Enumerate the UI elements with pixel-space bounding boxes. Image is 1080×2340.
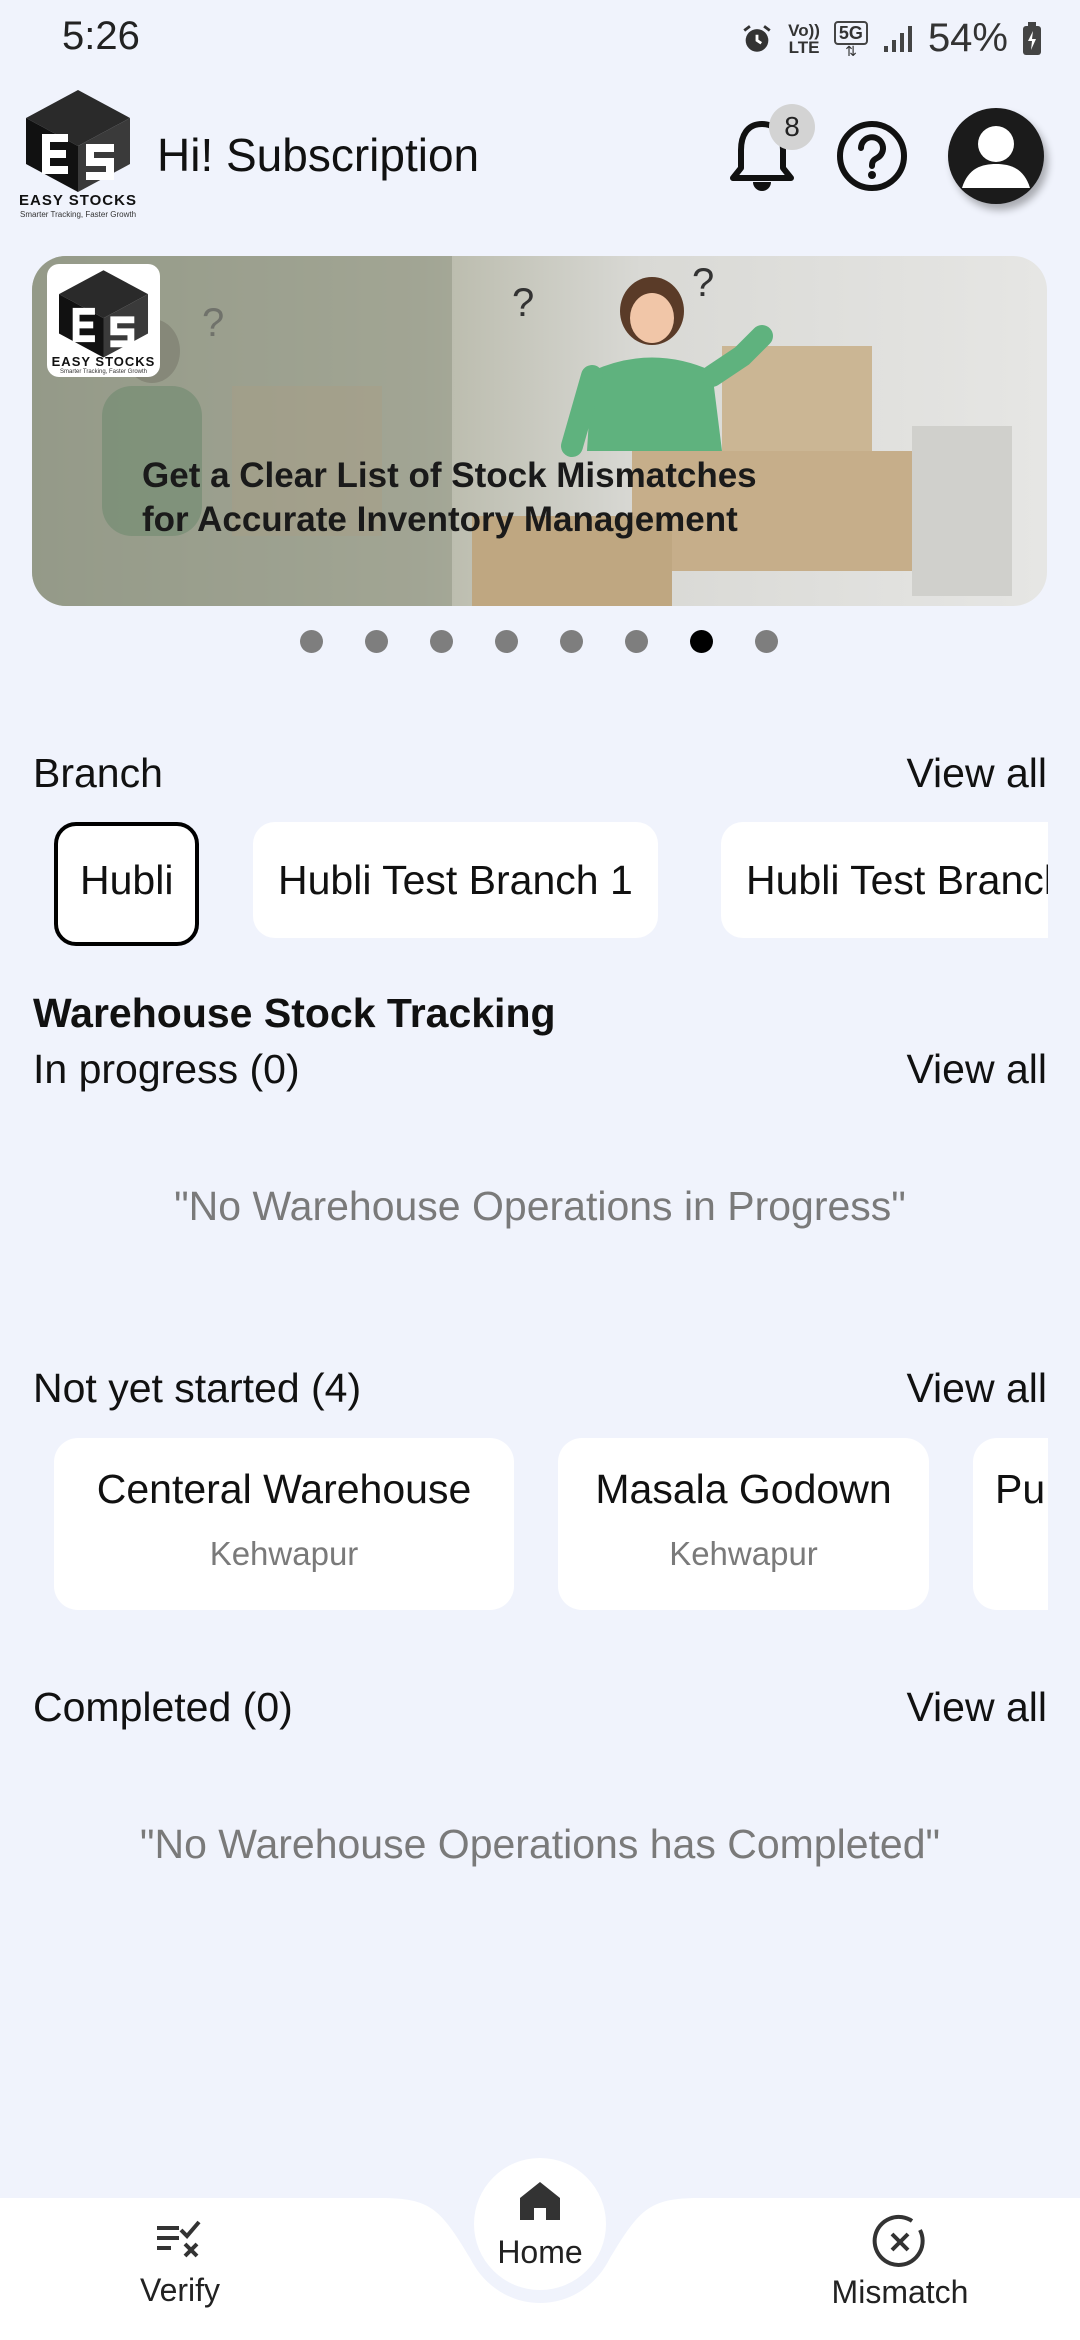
- banner-headline: Get a Clear List of Stock Mismatches for…: [142, 456, 757, 539]
- carousel-dot[interactable]: [625, 630, 648, 653]
- greeting-title: Hi! Subscription: [157, 129, 480, 181]
- warehouse-card[interactable]: Centeral Warehouse Kehwapur: [54, 1438, 514, 1610]
- completed-empty-message: "No Warehouse Operations has Completed": [139, 1821, 941, 1867]
- branch-chip-hubli-test-2[interactable]: Hubli Test Branch 2: [721, 822, 1048, 938]
- svg-text:?: ?: [692, 261, 714, 305]
- warehouse-location: Kehwapur: [209, 1535, 359, 1572]
- branch-view-all-link[interactable]: View all: [906, 750, 1047, 797]
- app-logo: EASY STOCKS Smarter Tracking, Faster Gro…: [12, 88, 144, 220]
- warehouse-name: Pu: [995, 1466, 1046, 1512]
- banner-logo-tagline: Smarter Tracking, Faster Growth: [59, 369, 148, 375]
- status-time: 5:26: [62, 14, 140, 58]
- battery-percent: 54%: [927, 16, 1008, 60]
- logo-title: EASY STOCKS: [19, 192, 137, 209]
- carousel-dots: [300, 630, 778, 653]
- banner-illustration: ? ? ?: [32, 256, 1012, 606]
- mismatch-nav-button[interactable]: Mismatch: [820, 2214, 980, 2311]
- in-progress-label: In progress (0): [33, 1046, 300, 1092]
- warehouse-card[interactable]: Masala Godown Kehwapur: [558, 1438, 929, 1610]
- home-nav-button[interactable]: Home: [474, 2158, 606, 2290]
- banner-logo-title: EASY STOCKS: [51, 354, 156, 369]
- help-icon: [837, 121, 907, 191]
- carousel-dot-active[interactable]: [690, 630, 713, 653]
- logo-tagline: Smarter Tracking, Faster Growth: [19, 210, 137, 219]
- carousel-dot[interactable]: [300, 630, 323, 653]
- in-progress-empty-message: "No Warehouse Operations in Progress": [174, 1183, 906, 1229]
- branch-chip-hubli[interactable]: Hubli: [54, 822, 200, 946]
- signal-icon: [883, 25, 912, 52]
- carousel-dot[interactable]: [495, 630, 518, 653]
- branch-label: Branch: [33, 750, 163, 796]
- status-icons: Vo)) LTE 5G ⇅ 54%: [740, 16, 1042, 61]
- help-button[interactable]: [836, 120, 908, 192]
- network-5g-indicator: 5G ⇅: [833, 20, 868, 58]
- svg-text:?: ?: [202, 301, 224, 345]
- banner-logo: EASY STOCKS Smarter Tracking, Faster Gro…: [47, 264, 160, 377]
- verify-nav-button[interactable]: Verify: [120, 2218, 240, 2309]
- account-icon: [962, 126, 1030, 188]
- completed-view-all-link[interactable]: View all: [906, 1684, 1047, 1731]
- verify-list-check-icon: [157, 2220, 201, 2258]
- mismatch-x-circle-icon: [872, 2215, 925, 2267]
- alarm-icon: [743, 24, 771, 52]
- carousel-dot[interactable]: [430, 630, 453, 653]
- not-started-label: Not yet started (4): [33, 1365, 362, 1411]
- home-nav-label: Home: [497, 2234, 583, 2270]
- carousel-dot[interactable]: [560, 630, 583, 653]
- in-progress-view-all-link[interactable]: View all: [906, 1046, 1047, 1093]
- warehouse-location: Kehwapur: [669, 1535, 818, 1572]
- home-icon: [520, 2182, 560, 2220]
- carousel-dot[interactable]: [365, 630, 388, 653]
- promo-banner[interactable]: ? ? ? EASY STOCKS Smarter Tracking, Fast…: [32, 256, 1047, 606]
- warehouse-tracking-title: Warehouse Stock Tracking: [33, 990, 556, 1036]
- battery-charging-icon: [1023, 21, 1041, 55]
- verify-nav-label: Verify: [139, 2272, 221, 2308]
- warehouse-name: Centeral Warehouse: [96, 1466, 472, 1512]
- completed-label: Completed (0): [33, 1684, 293, 1730]
- mismatch-nav-label: Mismatch: [831, 2274, 969, 2310]
- warehouse-name: Masala Godown: [595, 1466, 892, 1512]
- svg-text:?: ?: [512, 281, 534, 325]
- carousel-dot[interactable]: [755, 630, 778, 653]
- profile-button[interactable]: [948, 108, 1044, 204]
- notification-badge: 8: [769, 104, 815, 150]
- not-started-view-all-link[interactable]: View all: [906, 1365, 1047, 1412]
- volte-indicator: Vo)) LTE: [788, 20, 820, 57]
- warehouse-card[interactable]: Pu: [973, 1438, 1048, 1610]
- branch-chip-hubli-test-1[interactable]: Hubli Test Branch 1: [253, 822, 658, 938]
